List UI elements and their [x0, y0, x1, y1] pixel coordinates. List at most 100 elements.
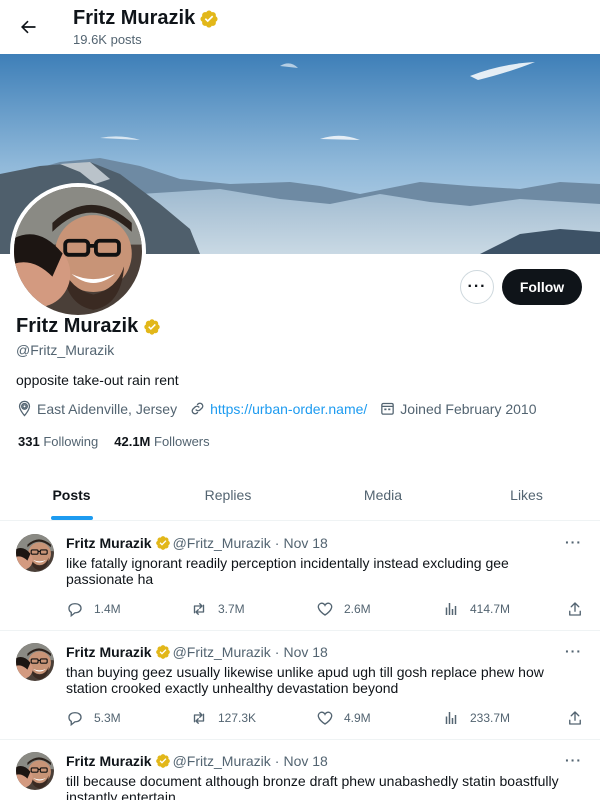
back-button[interactable]: [12, 11, 44, 43]
views-button[interactable]: 233.7M: [442, 709, 510, 727]
header-title: Fritz Murazik: [73, 7, 219, 30]
post-separator: ·: [274, 644, 280, 660]
repost-count: 3.7M: [218, 602, 245, 616]
like-button[interactable]: 4.9M: [316, 709, 371, 727]
reply-button[interactable]: 5.3M: [66, 709, 121, 727]
follow-button[interactable]: Follow: [502, 269, 582, 305]
profile-handle: @Fritz_Murazik: [16, 342, 115, 358]
post-avatar[interactable]: [16, 643, 54, 681]
verified-badge-icon: [155, 644, 171, 660]
tab-likes[interactable]: Likes: [453, 469, 600, 520]
joined-item: Joined February 2010: [379, 400, 536, 417]
views-count: 414.7M: [470, 602, 511, 616]
follow-stats: 331 Following 42.1M Followers: [18, 434, 210, 449]
website-link[interactable]: https://urban-order.name/: [210, 401, 367, 417]
following-stat[interactable]: 331 Following: [18, 434, 98, 449]
share-button[interactable]: [566, 709, 584, 732]
post-text: than buying geez usually likewise unlike…: [66, 664, 544, 696]
post-separator: ·: [274, 535, 280, 551]
avatar-image: [16, 752, 54, 790]
post-author[interactable]: Fritz Murazik: [66, 644, 152, 660]
post-text: till because document although bronze dr…: [66, 773, 559, 800]
website-item[interactable]: https://urban-order.name/: [189, 400, 367, 417]
post-handle[interactable]: @Fritz_Murazik: [173, 535, 271, 551]
reply-count: 5.3M: [94, 711, 121, 725]
repost-count: 127.3K: [218, 711, 257, 725]
reply-icon: [68, 603, 82, 618]
post-avatar[interactable]: [16, 534, 54, 572]
location-text: East Aidenville, Jersey: [37, 400, 178, 417]
profile-tabs: Posts Replies Media Likes: [0, 469, 600, 521]
profile-meta: East Aidenville, Jersey https://urban-or…: [16, 400, 548, 417]
following-count: 331: [18, 434, 40, 449]
post-text: like fatally ignorant readily perception…: [66, 555, 509, 587]
post-actions: 5.3M 127.3K 4.9M 233.7M: [66, 709, 586, 729]
like-count: 2.6M: [344, 602, 371, 616]
verified-badge-icon: [143, 318, 161, 336]
post-header: Fritz Murazik @Fritz_Murazik · Nov 18: [66, 535, 328, 551]
reply-button[interactable]: 1.4M: [66, 600, 121, 618]
verified-badge-icon: [199, 9, 219, 29]
followers-count: 42.1M: [114, 434, 151, 449]
like-icon: [317, 602, 333, 616]
repost-icon: [193, 712, 205, 724]
tab-posts[interactable]: Posts: [0, 469, 143, 520]
post-item[interactable]: Fritz Murazik @Fritz_Murazik · Nov 18 ··…: [0, 522, 600, 631]
post-more-button[interactable]: ···: [565, 752, 582, 768]
post-more-button[interactable]: ···: [565, 643, 582, 659]
post-header: Fritz Murazik @Fritz_Murazik · Nov 18: [66, 753, 328, 769]
verified-badge-icon: [155, 753, 171, 769]
tab-media[interactable]: Media: [313, 469, 453, 520]
post-author[interactable]: Fritz Murazik: [66, 753, 152, 769]
avatar-image: [16, 643, 54, 681]
header-name-text: Fritz Murazik: [73, 7, 196, 29]
like-button[interactable]: 2.6M: [316, 600, 371, 618]
post-date[interactable]: Nov 18: [283, 753, 327, 769]
post-separator: ·: [274, 753, 280, 769]
back-arrow-icon: [21, 20, 36, 34]
repost-button[interactable]: 127.3K: [190, 709, 256, 727]
followers-label: Followers: [154, 434, 210, 449]
header-posts-count: 19.6K posts: [73, 32, 142, 47]
like-icon: [317, 711, 333, 725]
following-label: Following: [43, 434, 99, 449]
post-more-button[interactable]: ···: [565, 534, 582, 550]
views-button[interactable]: 414.7M: [442, 600, 510, 618]
profile-avatar[interactable]: [10, 183, 146, 319]
post-handle[interactable]: @Fritz_Murazik: [173, 644, 271, 660]
location-item: East Aidenville, Jersey: [16, 400, 177, 417]
followers-stat[interactable]: 42.1M Followers: [114, 434, 209, 449]
location-icon: [18, 400, 31, 417]
avatar-image: [16, 534, 54, 572]
post-avatar[interactable]: [16, 752, 54, 790]
post-actions: 1.4M 3.7M 2.6M 414.7M: [66, 600, 586, 620]
verified-badge-icon: [155, 535, 171, 551]
views-icon: [445, 603, 457, 615]
profile-more-button[interactable]: ···: [460, 270, 494, 304]
joined-text: Joined February 2010: [400, 400, 537, 417]
reply-icon: [68, 712, 82, 727]
like-count: 4.9M: [344, 711, 371, 725]
tab-replies[interactable]: Replies: [143, 469, 313, 520]
link-icon: [191, 402, 204, 415]
share-button[interactable]: [566, 600, 584, 623]
share-icon: [569, 602, 581, 616]
share-icon: [569, 711, 581, 725]
post-item[interactable]: Fritz Murazik @Fritz_Murazik · Nov 18 ··…: [0, 740, 600, 800]
repost-button[interactable]: 3.7M: [190, 600, 245, 618]
post-header: Fritz Murazik @Fritz_Murazik · Nov 18: [66, 644, 328, 660]
post-date[interactable]: Nov 18: [283, 644, 327, 660]
profile-name: Fritz Murazik: [16, 315, 161, 338]
post-author[interactable]: Fritz Murazik: [66, 535, 152, 551]
views-count: 233.7M: [470, 711, 511, 725]
post-item[interactable]: Fritz Murazik @Fritz_Murazik · Nov 18 ··…: [0, 631, 600, 740]
profile-header: Fritz Murazik 19.6K posts: [0, 0, 600, 54]
calendar-icon: [381, 402, 395, 415]
post-date[interactable]: Nov 18: [283, 535, 327, 551]
post-handle[interactable]: @Fritz_Murazik: [173, 753, 271, 769]
avatar-image: [14, 187, 142, 315]
profile-name-text: Fritz Murazik: [16, 315, 139, 337]
repost-icon: [193, 603, 205, 615]
reply-count: 1.4M: [94, 602, 121, 616]
profile-bio: opposite take-out rain rent: [16, 372, 179, 388]
